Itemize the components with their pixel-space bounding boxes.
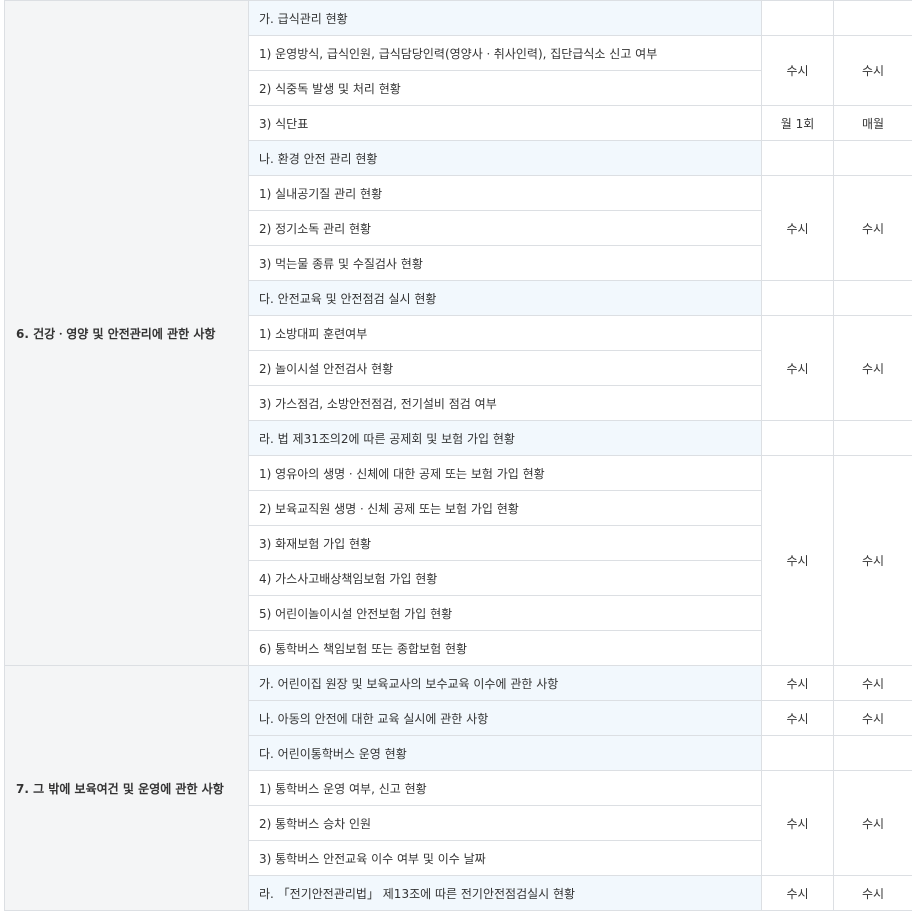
disclosure-table-wrapper: 6. 건강ㆍ영양 및 안전관리에 관한 사항 가. 급식관리 현황 1) 운영방… (0, 0, 912, 911)
frequency-cell: 수시 (761, 665, 834, 701)
subsection-title: 나. 아동의 안전에 대한 교육 실시에 관한 사항 (248, 700, 762, 736)
empty-cell (833, 280, 912, 316)
list-item: 2) 정기소독 관리 현황 (248, 210, 762, 246)
update-cell: 수시 (833, 875, 912, 911)
empty-cell (833, 140, 912, 176)
empty-cell (761, 735, 834, 771)
frequency-cell: 수시 (761, 455, 834, 666)
empty-cell (761, 140, 834, 176)
frequency-cell: 수시 (761, 35, 834, 106)
subsection-title: 라. 법 제31조의2에 따른 공제회 및 보험 가입 현황 (248, 420, 762, 456)
update-cell: 수시 (833, 700, 912, 736)
list-item: 2) 통학버스 승차 인원 (248, 805, 762, 841)
empty-cell (761, 0, 834, 36)
update-cell: 수시 (833, 35, 912, 106)
list-item: 1) 소방대피 훈련여부 (248, 315, 762, 351)
list-item: 3) 먹는물 종류 및 수질검사 현황 (248, 245, 762, 281)
frequency-cell: 수시 (761, 315, 834, 421)
update-cell: 수시 (833, 315, 912, 421)
list-item: 2) 보육교직원 생명ㆍ신체 공제 또는 보험 가입 현황 (248, 490, 762, 526)
update-cell: 수시 (833, 770, 912, 876)
subsection-title: 다. 안전교육 및 안전점검 실시 현황 (248, 280, 762, 316)
update-cell: 수시 (833, 455, 912, 666)
list-item: 3) 통학버스 안전교육 이수 여부 및 이수 날짜 (248, 840, 762, 876)
empty-cell (833, 735, 912, 771)
empty-cell (833, 420, 912, 456)
list-item: 3) 가스점검, 소방안전점검, 전기설비 점검 여부 (248, 385, 762, 421)
disclosure-table: 6. 건강ㆍ영양 및 안전관리에 관한 사항 가. 급식관리 현황 1) 운영방… (4, 0, 912, 911)
empty-cell (761, 420, 834, 456)
subsection-title: 라. 「전기안전관리법」 제13조에 따른 전기안전점검실시 현황 (248, 875, 762, 911)
frequency-cell: 수시 (761, 700, 834, 736)
frequency-cell: 월 1회 (761, 105, 834, 141)
list-item: 3) 화재보험 가입 현황 (248, 525, 762, 561)
list-item: 3) 식단표 (248, 105, 762, 141)
table-row: 6. 건강ㆍ영양 및 안전관리에 관한 사항 가. 급식관리 현황 (4, 0, 912, 666)
list-item: 4) 가스사고배상책임보험 가입 현황 (248, 560, 762, 596)
list-item: 1) 통학버스 운영 여부, 신고 현황 (248, 770, 762, 806)
frequency-cell: 수시 (761, 875, 834, 911)
category-cell: 7. 그 밖에 보육여건 및 운영에 관한 사항 (4, 665, 249, 911)
category-cell: 6. 건강ㆍ영양 및 안전관리에 관한 사항 (4, 0, 249, 666)
empty-cell (761, 280, 834, 316)
frequency-cell: 수시 (761, 175, 834, 281)
list-item: 5) 어린이놀이시설 안전보험 가입 현황 (248, 595, 762, 631)
update-cell: 매월 (833, 105, 912, 141)
subsection-title: 가. 어린이집 원장 및 보육교사의 보수교육 이수에 관한 사항 (248, 665, 762, 701)
subsection-title: 가. 급식관리 현황 (248, 0, 762, 36)
subsection-title: 다. 어린이통학버스 운영 현황 (248, 735, 762, 771)
list-item: 1) 실내공기질 관리 현황 (248, 175, 762, 211)
update-cell: 수시 (833, 665, 912, 701)
list-item: 2) 놀이시설 안전검사 현황 (248, 350, 762, 386)
list-item: 6) 통학버스 책임보험 또는 종합보험 현황 (248, 630, 762, 666)
empty-cell (833, 0, 912, 36)
list-item: 1) 영유아의 생명ㆍ신체에 대한 공제 또는 보험 가입 현황 (248, 455, 762, 491)
table-row: 7. 그 밖에 보육여건 및 운영에 관한 사항 가. 어린이집 원장 및 보육… (4, 665, 912, 911)
list-item: 2) 식중독 발생 및 처리 현황 (248, 70, 762, 106)
subsection-title: 나. 환경 안전 관리 현황 (248, 140, 762, 176)
list-item: 1) 운영방식, 급식인원, 급식담당인력(영양사ㆍ취사인력), 집단급식소 신… (248, 35, 762, 71)
update-cell: 수시 (833, 175, 912, 281)
frequency-cell: 수시 (761, 770, 834, 876)
